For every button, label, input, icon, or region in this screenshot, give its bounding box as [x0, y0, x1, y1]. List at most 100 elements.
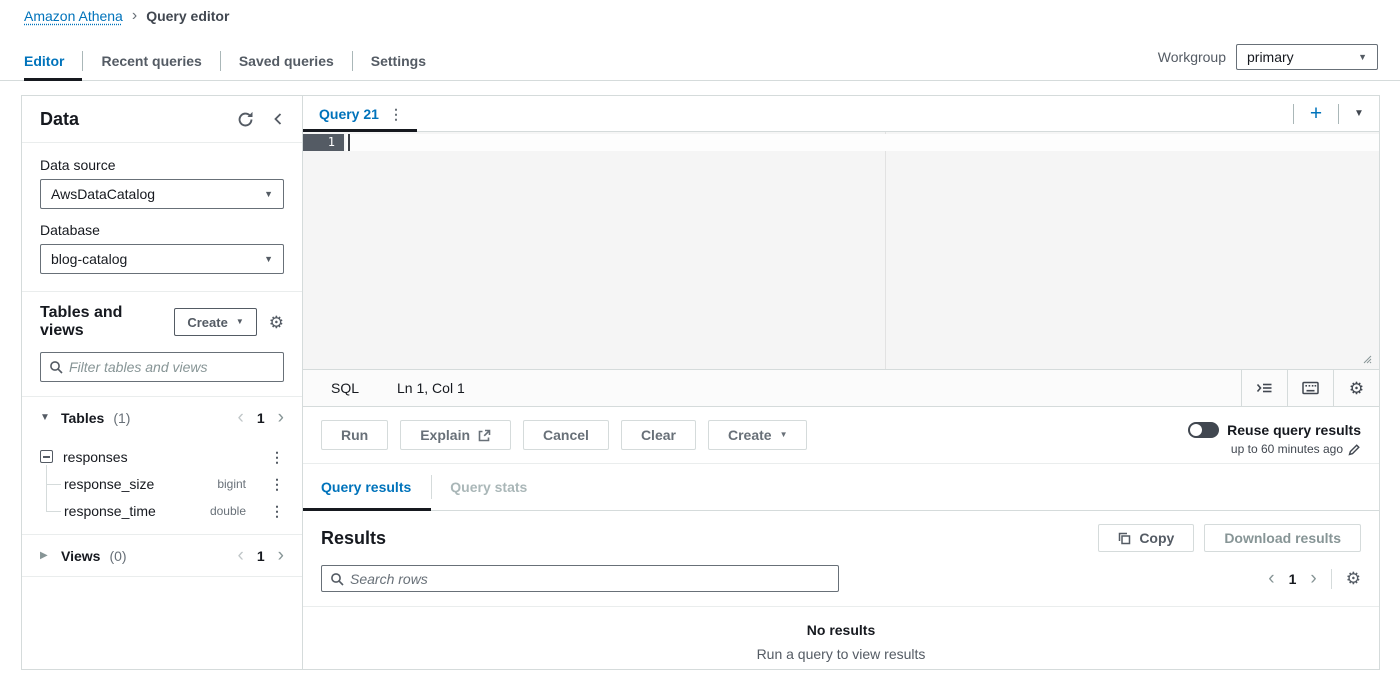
- search-rows-input[interactable]: [350, 570, 830, 587]
- sql-editor[interactable]: 1: [303, 132, 1379, 369]
- column-actions-icon[interactable]: ⋮: [270, 504, 284, 518]
- tables-count: (1): [113, 409, 131, 426]
- edit-pencil-icon[interactable]: [1348, 443, 1361, 456]
- reuse-toggle[interactable]: [1188, 422, 1220, 438]
- caret-down-icon: ▼: [1358, 51, 1367, 62]
- caret-down-icon: ▼: [264, 253, 273, 264]
- copy-button[interactable]: Copy: [1098, 524, 1195, 552]
- refresh-icon[interactable]: [237, 111, 254, 128]
- caret-down-icon[interactable]: ▼: [40, 412, 52, 423]
- results-search-row: ‹ 1 › ⚙: [303, 552, 1379, 592]
- collapse-panel-icon[interactable]: [272, 112, 284, 126]
- print-margin-line: [885, 132, 886, 369]
- search-icon: [49, 360, 63, 374]
- breadcrumb-link-athena[interactable]: Amazon Athena: [24, 8, 123, 24]
- cancel-label: Cancel: [543, 427, 589, 443]
- gear-glyph: ⚙: [1348, 378, 1365, 398]
- create-dropdown-button[interactable]: Create ▼: [707, 420, 808, 450]
- workgroup-select[interactable]: primary ▼: [1236, 44, 1378, 70]
- data-source-label: Data source: [40, 157, 116, 173]
- run-label: Run: [341, 427, 369, 443]
- keyboard-shortcuts-icon[interactable]: [1287, 370, 1333, 406]
- editor-statusbar: SQL Ln 1, Col 1 ⚙: [303, 369, 1379, 407]
- data-panel: Data Data source AwsDataCatalog ▼ Databa…: [21, 95, 303, 670]
- table-row-responses[interactable]: responses ⋮: [40, 443, 284, 470]
- empty-results-state: No results Run a query to view results: [303, 607, 1379, 662]
- tab-editor[interactable]: Editor: [24, 42, 83, 81]
- new-query-tab-button[interactable]: +: [1294, 96, 1338, 131]
- views-pagination: ‹ 1 ›: [238, 546, 284, 565]
- explain-button[interactable]: Explain: [400, 420, 512, 450]
- tab-query-results[interactable]: Query results: [303, 464, 432, 511]
- data-source-form: Data source AwsDataCatalog ▼ Database bl…: [22, 143, 302, 291]
- divider: [1330, 568, 1332, 589]
- filter-tables-input[interactable]: [69, 359, 275, 375]
- create-button[interactable]: Create ▼: [174, 308, 257, 336]
- cancel-button[interactable]: Cancel: [523, 420, 609, 450]
- search-icon: [330, 572, 344, 586]
- reuse-toggle-row: Reuse query results: [1188, 422, 1361, 438]
- text-cursor: [348, 134, 350, 151]
- data-panel-title: Data: [40, 108, 80, 129]
- tab-settings[interactable]: Settings: [353, 42, 444, 80]
- tables-group-row[interactable]: ▼ Tables (1) ‹ 1 ›: [22, 396, 302, 438]
- column-row: response_time double ⋮: [46, 497, 284, 524]
- database-value: blog-catalog: [51, 251, 128, 267]
- results-tabs: Query results Query stats: [303, 463, 1379, 511]
- external-link-icon: [478, 429, 491, 442]
- workgroup-control: Workgroup primary ▼: [1158, 44, 1378, 70]
- data-panel-header: Data: [22, 96, 302, 143]
- prev-page-icon[interactable]: ‹: [238, 546, 244, 565]
- column-row: response_size bigint ⋮: [46, 470, 284, 497]
- tables-and-views-title: Tables and views: [40, 304, 123, 339]
- download-label: Download results: [1224, 530, 1341, 546]
- database-select[interactable]: blog-catalog ▼: [40, 244, 284, 274]
- prev-page-icon[interactable]: ‹: [238, 408, 244, 427]
- views-page-number: 1: [256, 547, 265, 564]
- table-actions-icon[interactable]: ⋮: [270, 450, 284, 464]
- workgroup-label: Workgroup: [1157, 49, 1226, 65]
- views-group-row[interactable]: ▶ Views (0) ‹ 1 ›: [22, 534, 302, 577]
- column-type: bigint: [217, 476, 246, 491]
- breadcrumb-separator-icon: ›: [131, 7, 138, 24]
- prev-page-icon[interactable]: ‹: [1268, 569, 1274, 588]
- caret-down-icon: ▼: [235, 317, 244, 326]
- explain-label: Explain: [420, 427, 471, 443]
- tables-pagination: ‹ 1 ›: [238, 408, 284, 427]
- column-name: response_time: [64, 502, 156, 519]
- tables-tree: responses ⋮ response_size bigint ⋮ respo…: [22, 438, 302, 534]
- download-results-button[interactable]: Download results: [1204, 524, 1361, 552]
- collapse-node-icon[interactable]: [40, 450, 53, 463]
- table-name: responses: [63, 448, 128, 465]
- data-source-select[interactable]: AwsDataCatalog ▼: [40, 179, 284, 209]
- query-tabbar: Query 21 ⋮ + ▼: [303, 96, 1379, 132]
- tab-recent-queries[interactable]: Recent queries: [83, 42, 219, 80]
- reuse-duration-text: up to 60 minutes ago: [1230, 442, 1343, 456]
- caret-right-icon[interactable]: ▶: [40, 550, 52, 561]
- create-label: Create: [727, 427, 772, 443]
- query-tab[interactable]: Query 21 ⋮: [303, 96, 417, 132]
- clear-button[interactable]: Clear: [620, 420, 696, 450]
- column-actions-icon[interactable]: ⋮: [270, 477, 284, 491]
- next-page-icon[interactable]: ›: [278, 408, 284, 427]
- results-settings-gear-icon[interactable]: ⚙: [1346, 570, 1361, 587]
- reuse-label: Reuse query results: [1227, 422, 1361, 438]
- results-page-number: 1: [1288, 570, 1297, 587]
- gear-icon[interactable]: ⚙: [269, 314, 284, 331]
- caret-down-icon: ▼: [1354, 108, 1364, 119]
- search-rows-box: [321, 565, 839, 592]
- format-query-icon[interactable]: [1241, 370, 1287, 406]
- tab-saved-queries[interactable]: Saved queries: [221, 42, 352, 80]
- run-button[interactable]: Run: [321, 420, 389, 450]
- views-group-label: Views: [61, 547, 101, 564]
- editor-settings-gear-icon[interactable]: ⚙: [1333, 370, 1379, 406]
- resize-handle-icon[interactable]: [1360, 352, 1372, 364]
- editor-active-line: [346, 134, 1379, 151]
- filter-tables-box: [40, 352, 284, 382]
- next-page-icon[interactable]: ›: [1310, 569, 1316, 588]
- tables-and-views-header: Tables and views Create ▼ ⚙: [22, 292, 302, 352]
- caret-down-icon: ▼: [264, 188, 273, 199]
- tab-list-dropdown-button[interactable]: ▼: [1339, 96, 1379, 131]
- query-tab-menu-icon[interactable]: ⋮: [389, 107, 403, 121]
- next-page-icon[interactable]: ›: [278, 546, 284, 565]
